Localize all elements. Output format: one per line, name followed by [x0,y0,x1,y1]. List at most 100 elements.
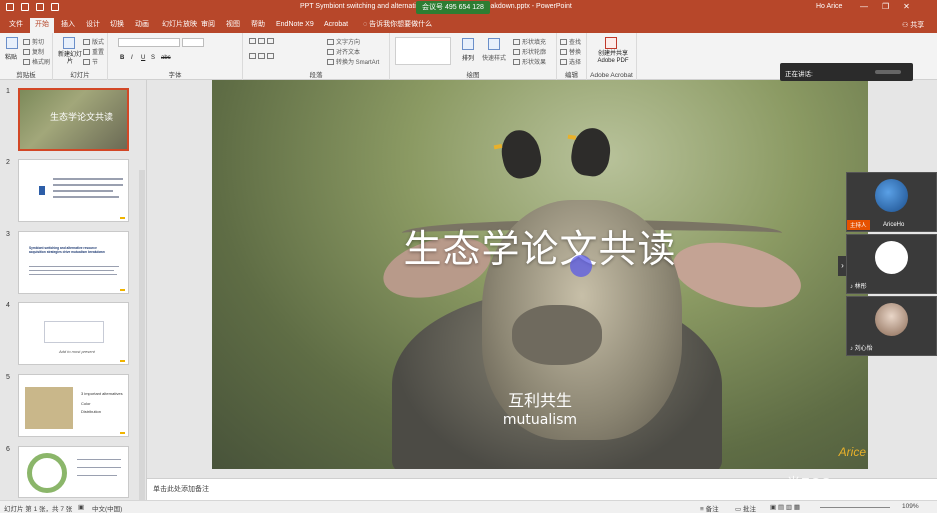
save-icon[interactable] [6,3,14,11]
font-name-field[interactable] [118,38,180,47]
thumbnail-number: 3 [6,231,10,238]
view-buttons[interactable]: ▣ ▤ ▥ ▦ [770,503,800,511]
slide-title[interactable]: 生态学论文共读 [212,218,868,273]
zoom-level[interactable]: 109% [902,503,919,510]
notes-placeholder: 单击此处添加备注 [153,486,209,493]
participant-tile[interactable]: ♪ 刘心怡 [846,296,937,356]
slide-thumbnail-6[interactable] [18,446,129,498]
align-center-icon [258,53,265,59]
undo-icon[interactable] [21,3,29,11]
arrange-icon[interactable] [462,38,474,50]
quick-styles-icon[interactable] [488,38,500,50]
create-pdf-button[interactable]: 创建并共享 Adobe PDF [591,51,635,65]
slides-group-label: 幻灯片 [70,72,90,79]
maximize-button[interactable]: ❐ [882,2,889,11]
find-button[interactable]: 查找 [560,37,581,46]
thumbnail-text-line [29,266,119,267]
section-button[interactable]: 节 [83,57,98,66]
arrange-button[interactable]: 排列 [462,53,474,62]
numbering-icon [258,38,265,44]
notes-label: 备注 [705,506,719,513]
paste-button[interactable]: 粘贴 [5,52,17,61]
thumbnail-text-line [77,459,121,460]
pdf-icon[interactable] [605,37,617,49]
thumbnail-corner-mark [120,289,125,291]
new-slide-button[interactable]: 新建幻灯片 [56,52,84,66]
tab-insert[interactable]: 插入 [56,18,80,33]
slide-thumbnail-1[interactable]: 生态学论文共读 [18,88,129,151]
align-buttons[interactable] [249,53,276,60]
slide-subtitle-chinese[interactable]: 互利共生 [212,387,868,411]
notes-toggle[interactable]: ≡ 备注 [700,503,719,513]
slide-thumbnail-3[interactable]: Symbiont switching and alternative resou… [18,231,129,294]
ribbon-tabs: 文件 开始 插入 设计 切换 动画 幻灯片放映 审阅 视图 帮助 EndNote… [0,16,937,33]
comments-toggle[interactable]: ▭ 批注 [735,503,756,513]
shape-effect-button[interactable]: 形状效果 [513,57,546,66]
smartart-icon [327,59,334,66]
tell-me-search[interactable]: ◌ 告诉我你想要做什么 [358,18,437,33]
select-button[interactable]: 选择 [560,57,581,66]
paste-icon[interactable] [6,37,18,49]
font-size-field[interactable] [182,38,204,47]
close-button[interactable]: ✕ [903,2,910,11]
slide-thumbnail-4[interactable]: Add to most present [18,302,129,365]
tab-view[interactable]: 视图 [221,18,245,33]
new-slide-icon[interactable] [63,37,75,49]
strikethrough-button[interactable]: abc [161,55,171,61]
bold-button[interactable]: B [120,55,124,61]
copy-button[interactable]: 复制 [23,47,44,56]
redo-icon[interactable] [36,3,44,11]
present-icon[interactable] [51,3,59,11]
minimize-button[interactable]: — [860,2,868,11]
slide-thumbnail-5[interactable]: 3 important alternatives Color Distribut… [18,374,129,437]
tab-endnote[interactable]: EndNote X9 [271,18,319,33]
smartart-button[interactable]: 转换为 SmartArt [327,57,379,66]
select-icon [560,59,567,66]
shapes-gallery[interactable] [395,37,451,65]
meeting-id-badge[interactable]: 会议号 495 654 128 [416,1,490,14]
slide-subtitle-english[interactable]: mutualism [212,412,868,428]
tab-file[interactable]: 文件 [4,18,28,33]
quick-styles-button[interactable]: 快速样式 [482,53,506,62]
status-bar: 幻灯片 第 1 张，共 7 张 ▣ 中文(中国) ≡ 备注 ▭ 批注 ▣ ▤ ▥… [0,500,937,513]
slide-thumbnail-2[interactable] [18,159,129,222]
speaker-name-placeholder [875,70,901,74]
participant-tile[interactable]: ♪ 林彤 [846,234,937,294]
effect-icon [513,59,520,66]
participant-tile[interactable]: 主持人 AriceHo [846,172,937,232]
align-text-button[interactable]: 对齐文本 [327,47,360,56]
cut-button[interactable]: 剪切 [23,37,44,46]
thumbnails-scrollbar[interactable] [139,170,145,500]
spellcheck-icon[interactable]: ▣ [78,503,84,511]
replace-button[interactable]: 替换 [560,47,581,56]
format-painter-button[interactable]: 格式刷 [23,57,50,66]
tab-transitions[interactable]: 切换 [105,18,129,33]
tab-acrobat[interactable]: Acrobat [319,18,353,33]
tab-animations[interactable]: 动画 [130,18,154,33]
tab-help[interactable]: 帮助 [246,18,270,33]
current-slide[interactable]: 生态学论文共读 互利共生 mutualism Arice [212,80,868,469]
text-direction-button[interactable]: 文字方向 [327,37,360,46]
tab-review[interactable]: 审阅 [196,18,220,33]
bullets-button[interactable] [249,38,276,45]
participant-name: ♪ 林彤 [850,281,867,290]
tab-design[interactable]: 设计 [81,18,105,33]
reset-label: 重置 [92,50,105,56]
italic-button[interactable]: I [131,55,133,61]
underline-button[interactable]: U [141,55,145,61]
reset-button[interactable]: 重置 [83,47,104,56]
paragraph-group-label: 段落 [309,72,323,79]
slides-group: 新建幻灯片 版式 重置 节 幻灯片 [53,33,108,80]
share-button[interactable]: ⚇ 共享 [902,20,924,30]
layout-button[interactable]: 版式 [83,37,104,46]
shape-fill-button[interactable]: 形状填充 [513,37,546,46]
shadow-button[interactable]: S [151,55,155,61]
participant-name-text: 刘心怡 [854,346,873,352]
shape-outline-button[interactable]: 形状轮廓 [513,47,546,56]
tab-home[interactable]: 开始 [30,18,54,33]
thumbnail-text-line [77,475,117,476]
select-label: 选择 [569,60,582,66]
language-indicator[interactable]: 中文(中国) [92,503,122,513]
zoom-slider[interactable] [820,507,890,508]
user-name[interactable]: Ho Arice [816,3,842,10]
